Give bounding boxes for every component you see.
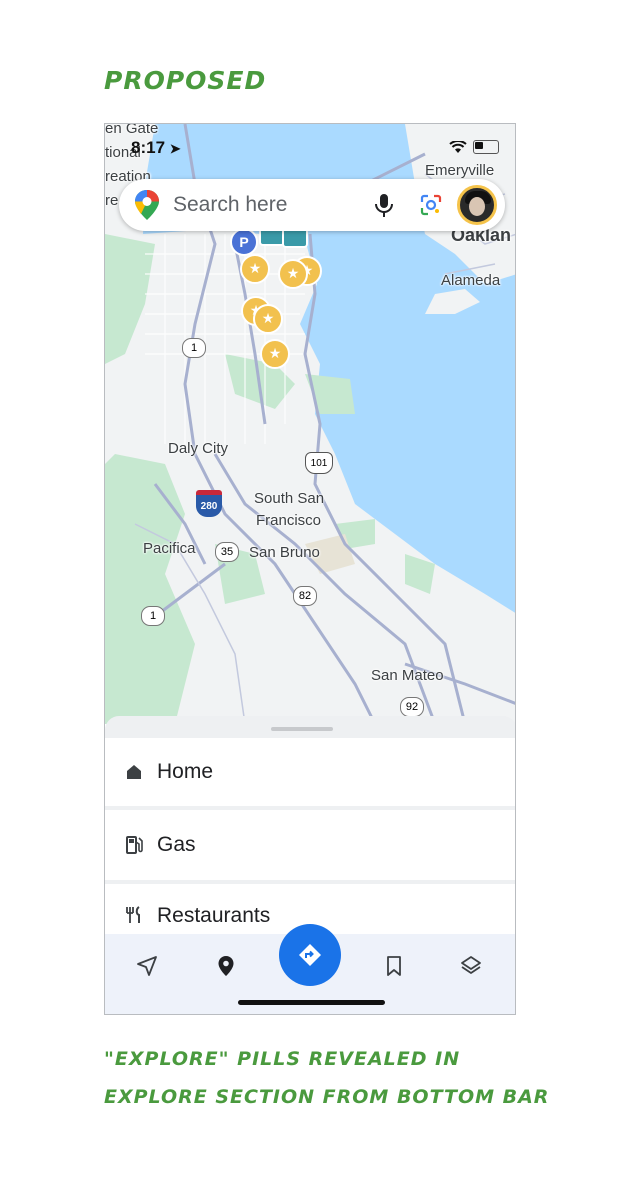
explore-item-home[interactable]: Home xyxy=(105,738,515,806)
route-shield-1: 1 xyxy=(141,606,165,626)
navigate-button[interactable] xyxy=(129,948,165,984)
bookmark-button[interactable] xyxy=(376,948,412,984)
search-bar[interactable]: Search here xyxy=(119,179,505,231)
wifi-icon xyxy=(449,140,467,153)
explore-item-gas[interactable]: Gas xyxy=(105,810,515,880)
annotation-caption: "Explore" pills revealed in Explore sect… xyxy=(104,1040,574,1116)
route-shield-35: 35 xyxy=(215,542,239,562)
google-maps-logo-icon xyxy=(135,190,159,220)
route-shield-92: 92 xyxy=(400,697,424,717)
layers-icon xyxy=(461,956,481,974)
pin-icon xyxy=(218,956,234,976)
map-label-golden-gate: en Gate xyxy=(105,123,159,137)
status-icons xyxy=(449,140,499,154)
phone-screenshot: P ★ ★ ★ ★ ★ ★ en Gate tional reation re … xyxy=(104,123,516,1015)
status-time-text: 8:17 xyxy=(131,138,166,157)
caption-line-1: "Explore" pills revealed in xyxy=(104,1048,461,1070)
search-input[interactable]: Search here xyxy=(173,193,373,217)
route-shield-1: 1 xyxy=(182,338,206,358)
route-shield-82: 82 xyxy=(293,586,317,606)
map-label-south-san-francisco-2: Francisco xyxy=(256,512,322,529)
bottom-nav-bar xyxy=(105,924,515,1014)
status-time: 8:17 ➤ xyxy=(131,138,181,158)
directions-button[interactable] xyxy=(279,924,341,986)
layers-button[interactable] xyxy=(453,948,489,984)
saved-place-star-marker[interactable]: ★ xyxy=(253,304,283,334)
home-indicator xyxy=(238,1000,385,1005)
map-label-south-san-francisco: South San xyxy=(254,490,325,507)
bookmark-icon xyxy=(387,956,401,976)
map-label-pacifica: Pacifica xyxy=(143,540,196,557)
avatar[interactable] xyxy=(457,185,497,225)
map-label-alameda: Alameda xyxy=(441,272,501,289)
directions-icon xyxy=(299,944,321,966)
location-arrow-icon: ➤ xyxy=(169,141,181,156)
explore-item-label: Home xyxy=(157,760,214,783)
navigate-icon xyxy=(137,956,157,976)
battery-icon xyxy=(473,140,499,154)
annotation-title: Proposed xyxy=(104,66,267,95)
map-label-emeryville: Emeryville xyxy=(425,162,495,179)
gas-station-icon xyxy=(123,834,145,856)
restaurant-icon xyxy=(123,904,145,926)
map-label-re: re xyxy=(105,192,119,209)
google-lens-icon[interactable] xyxy=(419,193,443,217)
home-icon xyxy=(123,761,145,783)
saved-place-star-marker[interactable]: ★ xyxy=(240,254,270,284)
explore-item-label: Restaurants xyxy=(157,904,271,927)
explore-item-label: Gas xyxy=(157,833,196,856)
saved-places-button[interactable] xyxy=(208,948,244,984)
caption-line-2: Explore section from bottom bar xyxy=(104,1086,550,1108)
map-label-san-bruno: San Bruno xyxy=(249,544,320,561)
microphone-icon[interactable] xyxy=(373,192,395,218)
map-label-daly-city: Daly City xyxy=(168,440,229,457)
saved-place-star-marker[interactable]: ★ xyxy=(260,339,290,369)
parking-marker[interactable]: P xyxy=(230,228,258,256)
route-shield-101: 101 xyxy=(305,452,333,474)
map-label-san-mateo: San Mateo xyxy=(371,667,444,684)
sheet-drag-handle[interactable] xyxy=(271,727,333,731)
saved-place-star-marker[interactable]: ★ xyxy=(278,259,308,289)
route-shield-280: 280 xyxy=(196,490,222,517)
